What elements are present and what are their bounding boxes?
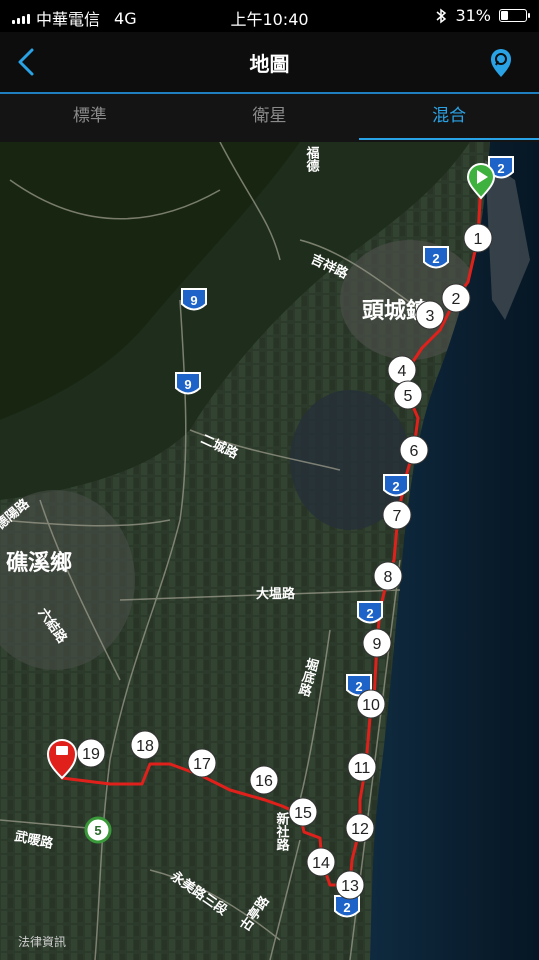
lap-marker[interactable]: 8: [373, 561, 403, 591]
nav-bar: 地圖: [0, 32, 539, 92]
map-label: 福德: [305, 145, 321, 173]
lap-number: 12: [351, 821, 369, 838]
lap-number: 16: [255, 773, 273, 790]
lap-marker[interactable]: 13: [335, 870, 365, 900]
map-type-tabs: 標準 衛星 混合: [0, 94, 539, 142]
lap-number: 10: [362, 697, 380, 714]
shield-number: 2: [343, 900, 350, 915]
lap-number: 19: [82, 746, 100, 763]
tab-hybrid[interactable]: 混合: [359, 94, 539, 142]
highway-shield: 2: [357, 601, 383, 624]
map-label: 大塭路: [256, 586, 296, 601]
lap-number: 9: [373, 636, 382, 653]
lap-number: 14: [312, 855, 330, 872]
battery-icon: [499, 9, 530, 22]
lap-marker[interactable]: 2: [441, 283, 471, 313]
page-title: 地圖: [249, 52, 290, 76]
lap-number: 5: [404, 388, 413, 405]
highway-shield: 2: [383, 474, 409, 497]
status-bar: 中華電信 4G 上午10:40 31%: [0, 0, 539, 32]
battery-percent: 31%: [455, 6, 491, 25]
map-pin-icon[interactable]: [483, 44, 519, 80]
shield-number: 2: [366, 606, 373, 621]
lap-marker[interactable]: 15: [288, 797, 318, 827]
lap-marker[interactable]: 17: [187, 748, 217, 778]
shield-number: 5: [94, 823, 101, 838]
map-label: 新社路: [275, 811, 291, 851]
lap-number: 11: [354, 760, 371, 777]
lap-marker[interactable]: 16: [249, 765, 279, 795]
map-label: 礁溪鄉: [6, 550, 72, 575]
lap-marker[interactable]: 5: [393, 380, 423, 410]
lap-number: 6: [410, 443, 419, 460]
stop-icon: [56, 746, 68, 755]
shield-number: 2: [497, 161, 504, 176]
lap-number: 3: [426, 308, 435, 325]
county-road-shield: 5: [84, 816, 112, 844]
lap-marker[interactable]: 4: [387, 355, 417, 385]
map-view[interactable]: 222222995 福德 吉祥路 頭城鎮 二城路 德陽路 礁溪鄉 六結路 大塭路…: [0, 142, 539, 960]
legal-watermark: 法律資訊: [18, 934, 66, 949]
lap-marker[interactable]: 10: [356, 689, 386, 719]
lap-number: 4: [398, 363, 407, 380]
highway-shield: 9: [175, 372, 201, 395]
lap-marker[interactable]: 6: [399, 435, 429, 465]
lap-number: 2: [452, 291, 461, 308]
lap-marker[interactable]: 14: [306, 847, 336, 877]
highway-shield: 9: [181, 288, 207, 311]
lap-marker[interactable]: 7: [382, 500, 412, 530]
tab-satellite[interactable]: 衛星: [180, 94, 360, 142]
lap-number: 1: [474, 231, 483, 248]
shield-number: 2: [392, 479, 399, 494]
lap-number: 18: [136, 738, 154, 755]
lap-marker[interactable]: 1: [463, 223, 493, 253]
lap-number: 7: [393, 508, 402, 525]
lap-marker[interactable]: 18: [130, 730, 160, 760]
lap-marker[interactable]: 3: [415, 300, 445, 330]
lap-number: 17: [193, 756, 211, 773]
shield-number: 9: [190, 293, 197, 308]
highway-shield: 2: [423, 246, 449, 269]
shield-number: 9: [184, 377, 191, 392]
lap-marker[interactable]: 19: [76, 738, 106, 768]
shield-number: 2: [355, 679, 362, 694]
satellite-map[interactable]: 222222995 福德 吉祥路 頭城鎮 二城路 德陽路 礁溪鄉 六結路 大塭路…: [0, 142, 539, 960]
lap-marker[interactable]: 11: [347, 752, 377, 782]
shield-number: 2: [432, 251, 439, 266]
lap-number: 8: [384, 569, 393, 586]
lap-marker[interactable]: 9: [362, 628, 392, 658]
tab-standard[interactable]: 標準: [0, 94, 180, 142]
lap-number: 15: [294, 805, 312, 822]
bluetooth-icon: [436, 8, 447, 23]
lap-number: 13: [341, 878, 359, 895]
lap-marker[interactable]: 12: [345, 813, 375, 843]
